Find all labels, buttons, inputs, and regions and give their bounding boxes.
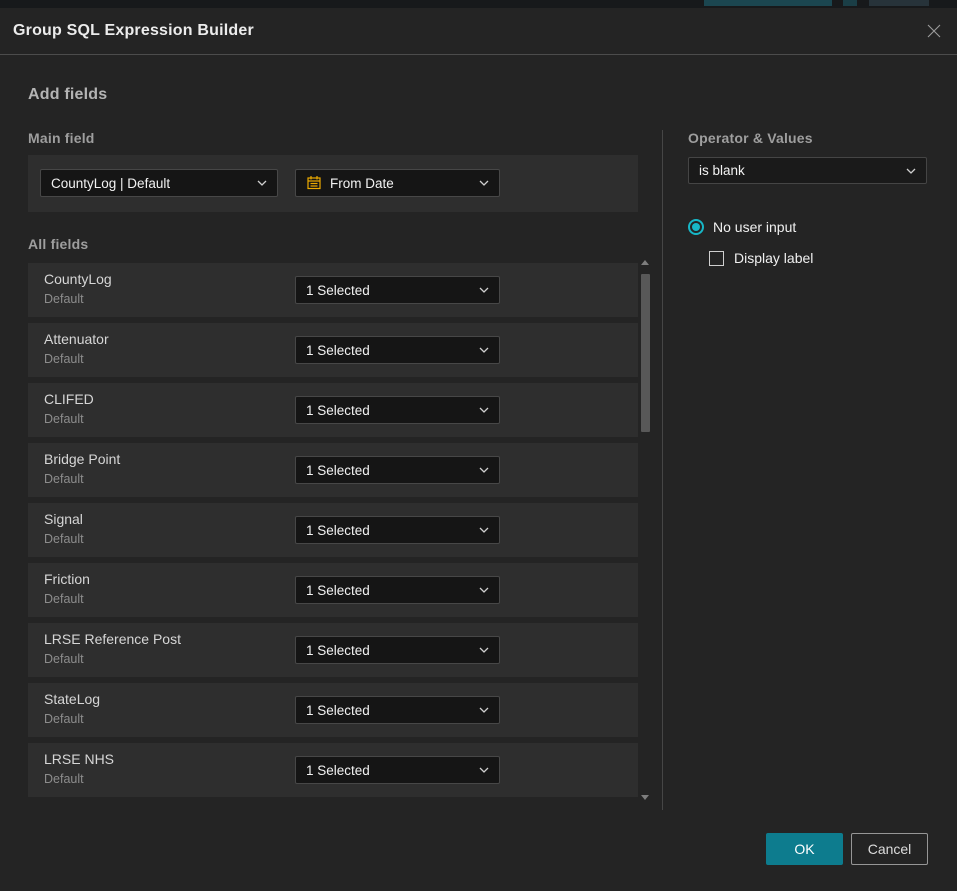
field-row: StateLog Default 1 Selected (28, 683, 638, 737)
ok-button[interactable]: OK (766, 833, 843, 865)
chevron-down-icon (479, 527, 489, 533)
chevron-down-icon (479, 347, 489, 353)
chevron-down-icon (479, 647, 489, 653)
selection-value: 1 Selected (306, 403, 370, 418)
field-type: Default (44, 592, 84, 606)
field-name: CountyLog (44, 271, 112, 287)
field-name: Bridge Point (44, 451, 120, 467)
background-fragment (869, 0, 929, 6)
field-type: Default (44, 412, 84, 426)
chevron-down-icon (479, 767, 489, 773)
layer-select-value: CountyLog | Default (51, 176, 170, 191)
selection-value: 1 Selected (306, 343, 370, 358)
list-scrollbar[interactable] (639, 260, 652, 800)
selection-value: 1 Selected (306, 523, 370, 538)
chevron-down-icon (479, 287, 489, 293)
chevron-down-icon (257, 180, 267, 186)
selection-value: 1 Selected (306, 703, 370, 718)
group-sql-expression-builder-dialog: Group SQL Expression Builder Add fields … (0, 8, 957, 891)
close-button[interactable] (923, 21, 945, 43)
field-type: Default (44, 292, 84, 306)
field-row: Friction Default 1 Selected (28, 563, 638, 617)
radio-button-icon[interactable] (688, 219, 704, 235)
checkbox-icon[interactable] (709, 251, 724, 266)
field-row: LRSE NHS Default 1 Selected (28, 743, 638, 797)
dialog-title: Group SQL Expression Builder (13, 8, 254, 54)
selection-select[interactable]: 1 Selected (295, 696, 500, 724)
selection-value: 1 Selected (306, 463, 370, 478)
field-type: Default (44, 472, 84, 486)
chevron-down-icon (479, 707, 489, 713)
background-fragment (704, 0, 832, 6)
selection-value: 1 Selected (306, 583, 370, 598)
display-label-option[interactable]: Display label (709, 250, 813, 266)
field-name: Friction (44, 571, 90, 587)
field-name: StateLog (44, 691, 100, 707)
field-type: Default (44, 532, 84, 546)
main-field-panel: CountyLog | Default From Date (28, 155, 638, 212)
field-row: Signal Default 1 Selected (28, 503, 638, 557)
chevron-down-icon (479, 407, 489, 413)
chevron-down-icon (906, 168, 916, 174)
selection-select[interactable]: 1 Selected (295, 276, 500, 304)
selection-value: 1 Selected (306, 763, 370, 778)
cancel-button[interactable]: Cancel (851, 833, 928, 865)
no-user-input-label: No user input (713, 219, 796, 235)
selection-select[interactable]: 1 Selected (295, 636, 500, 664)
field-row: Attenuator Default 1 Selected (28, 323, 638, 377)
background-fragment (843, 0, 857, 6)
add-fields-heading: Add fields (28, 86, 107, 104)
main-field-label: Main field (28, 130, 95, 146)
field-row: CountyLog Default 1 Selected (28, 263, 638, 317)
dialog-titlebar: Group SQL Expression Builder (0, 8, 957, 55)
no-user-input-option[interactable]: No user input (688, 219, 796, 235)
display-label-text: Display label (734, 250, 813, 266)
close-icon (926, 23, 942, 42)
selection-value: 1 Selected (306, 283, 370, 298)
calendar-icon (306, 175, 322, 191)
field-name: LRSE NHS (44, 751, 114, 767)
chevron-down-icon (479, 587, 489, 593)
scroll-thumb[interactable] (641, 274, 650, 432)
field-select[interactable]: From Date (295, 169, 500, 197)
operator-select-value: is blank (699, 163, 745, 178)
scroll-up-icon[interactable] (641, 260, 649, 265)
selection-select[interactable]: 1 Selected (295, 396, 500, 424)
chevron-down-icon (479, 180, 489, 186)
background-app-strip (0, 0, 957, 8)
field-type: Default (44, 352, 84, 366)
field-name: Attenuator (44, 331, 109, 347)
all-fields-list: CountyLog Default 1 Selected Attenuator … (28, 263, 638, 803)
field-select-value: From Date (330, 176, 394, 191)
field-row: CLIFED Default 1 Selected (28, 383, 638, 437)
field-name: CLIFED (44, 391, 94, 407)
all-fields-label: All fields (28, 236, 88, 252)
layer-select[interactable]: CountyLog | Default (40, 169, 278, 197)
field-type: Default (44, 712, 84, 726)
field-type: Default (44, 652, 84, 666)
selection-select[interactable]: 1 Selected (295, 756, 500, 784)
selection-select[interactable]: 1 Selected (295, 516, 500, 544)
field-name: Signal (44, 511, 83, 527)
selection-value: 1 Selected (306, 643, 370, 658)
operator-select[interactable]: is blank (688, 157, 927, 184)
field-row: LRSE Reference Post Default 1 Selected (28, 623, 638, 677)
field-row: Bridge Point Default 1 Selected (28, 443, 638, 497)
chevron-down-icon (479, 467, 489, 473)
selection-select[interactable]: 1 Selected (295, 576, 500, 604)
scroll-down-icon[interactable] (641, 795, 649, 800)
selection-select[interactable]: 1 Selected (295, 456, 500, 484)
operator-values-heading: Operator & Values (688, 130, 813, 146)
panel-divider (662, 130, 663, 810)
selection-select[interactable]: 1 Selected (295, 336, 500, 364)
field-name: LRSE Reference Post (44, 631, 181, 647)
field-type: Default (44, 772, 84, 786)
